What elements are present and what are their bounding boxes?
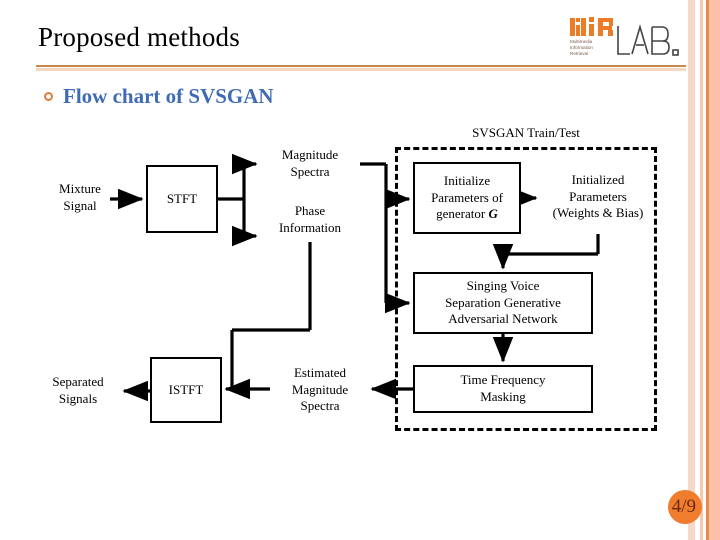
node-label: Time Frequency Masking [460,372,546,404]
node-mixture-signal: Mixture Signal [32,172,128,224]
node-time-frequency-mask: Time Frequency Masking [413,365,593,413]
node-label: Mixture Signal [59,181,101,213]
node-initialized-params: Initialized Parameters (Weights & Bias) [540,164,656,230]
node-label: Initialized Parameters (Weights & Bias) [552,172,644,221]
node-svsgan-network: Singing Voice Separation Generative Advers… [413,272,593,334]
node-initialize-params: Initialize Parameters of generator G [413,162,521,234]
flow-chart: SVSGAN Train/Test Mixture Signal STFT Ma… [0,0,720,540]
node-phase-information: Phase Information [258,200,362,240]
node-label: Separated Signals [52,374,104,406]
node-magnitude-spectra: Magnitude Spectra [262,144,358,184]
connector-wires [110,153,600,402]
node-estimated-magnitude: Estimated Magnitude Spectra [272,362,368,418]
node-label: Magnitude Spectra [281,147,339,179]
node-label: Singing Voice Separation Generative Advers… [445,278,561,327]
page-number: 4/9 [671,496,696,517]
node-label: ISTFT [168,381,204,397]
node-stft: STFT [146,165,218,233]
node-label: STFT [166,190,198,206]
node-separated-signals: Separated Signals [30,365,126,417]
node-label: Phase Information [278,203,342,235]
slide-canvas: Proposed methods Multimedia Information [0,0,720,540]
node-label: Initialize Parameters of generator G [431,173,503,222]
node-istft: ISTFT [150,357,222,423]
node-label: Estimated Magnitude Spectra [291,365,349,414]
